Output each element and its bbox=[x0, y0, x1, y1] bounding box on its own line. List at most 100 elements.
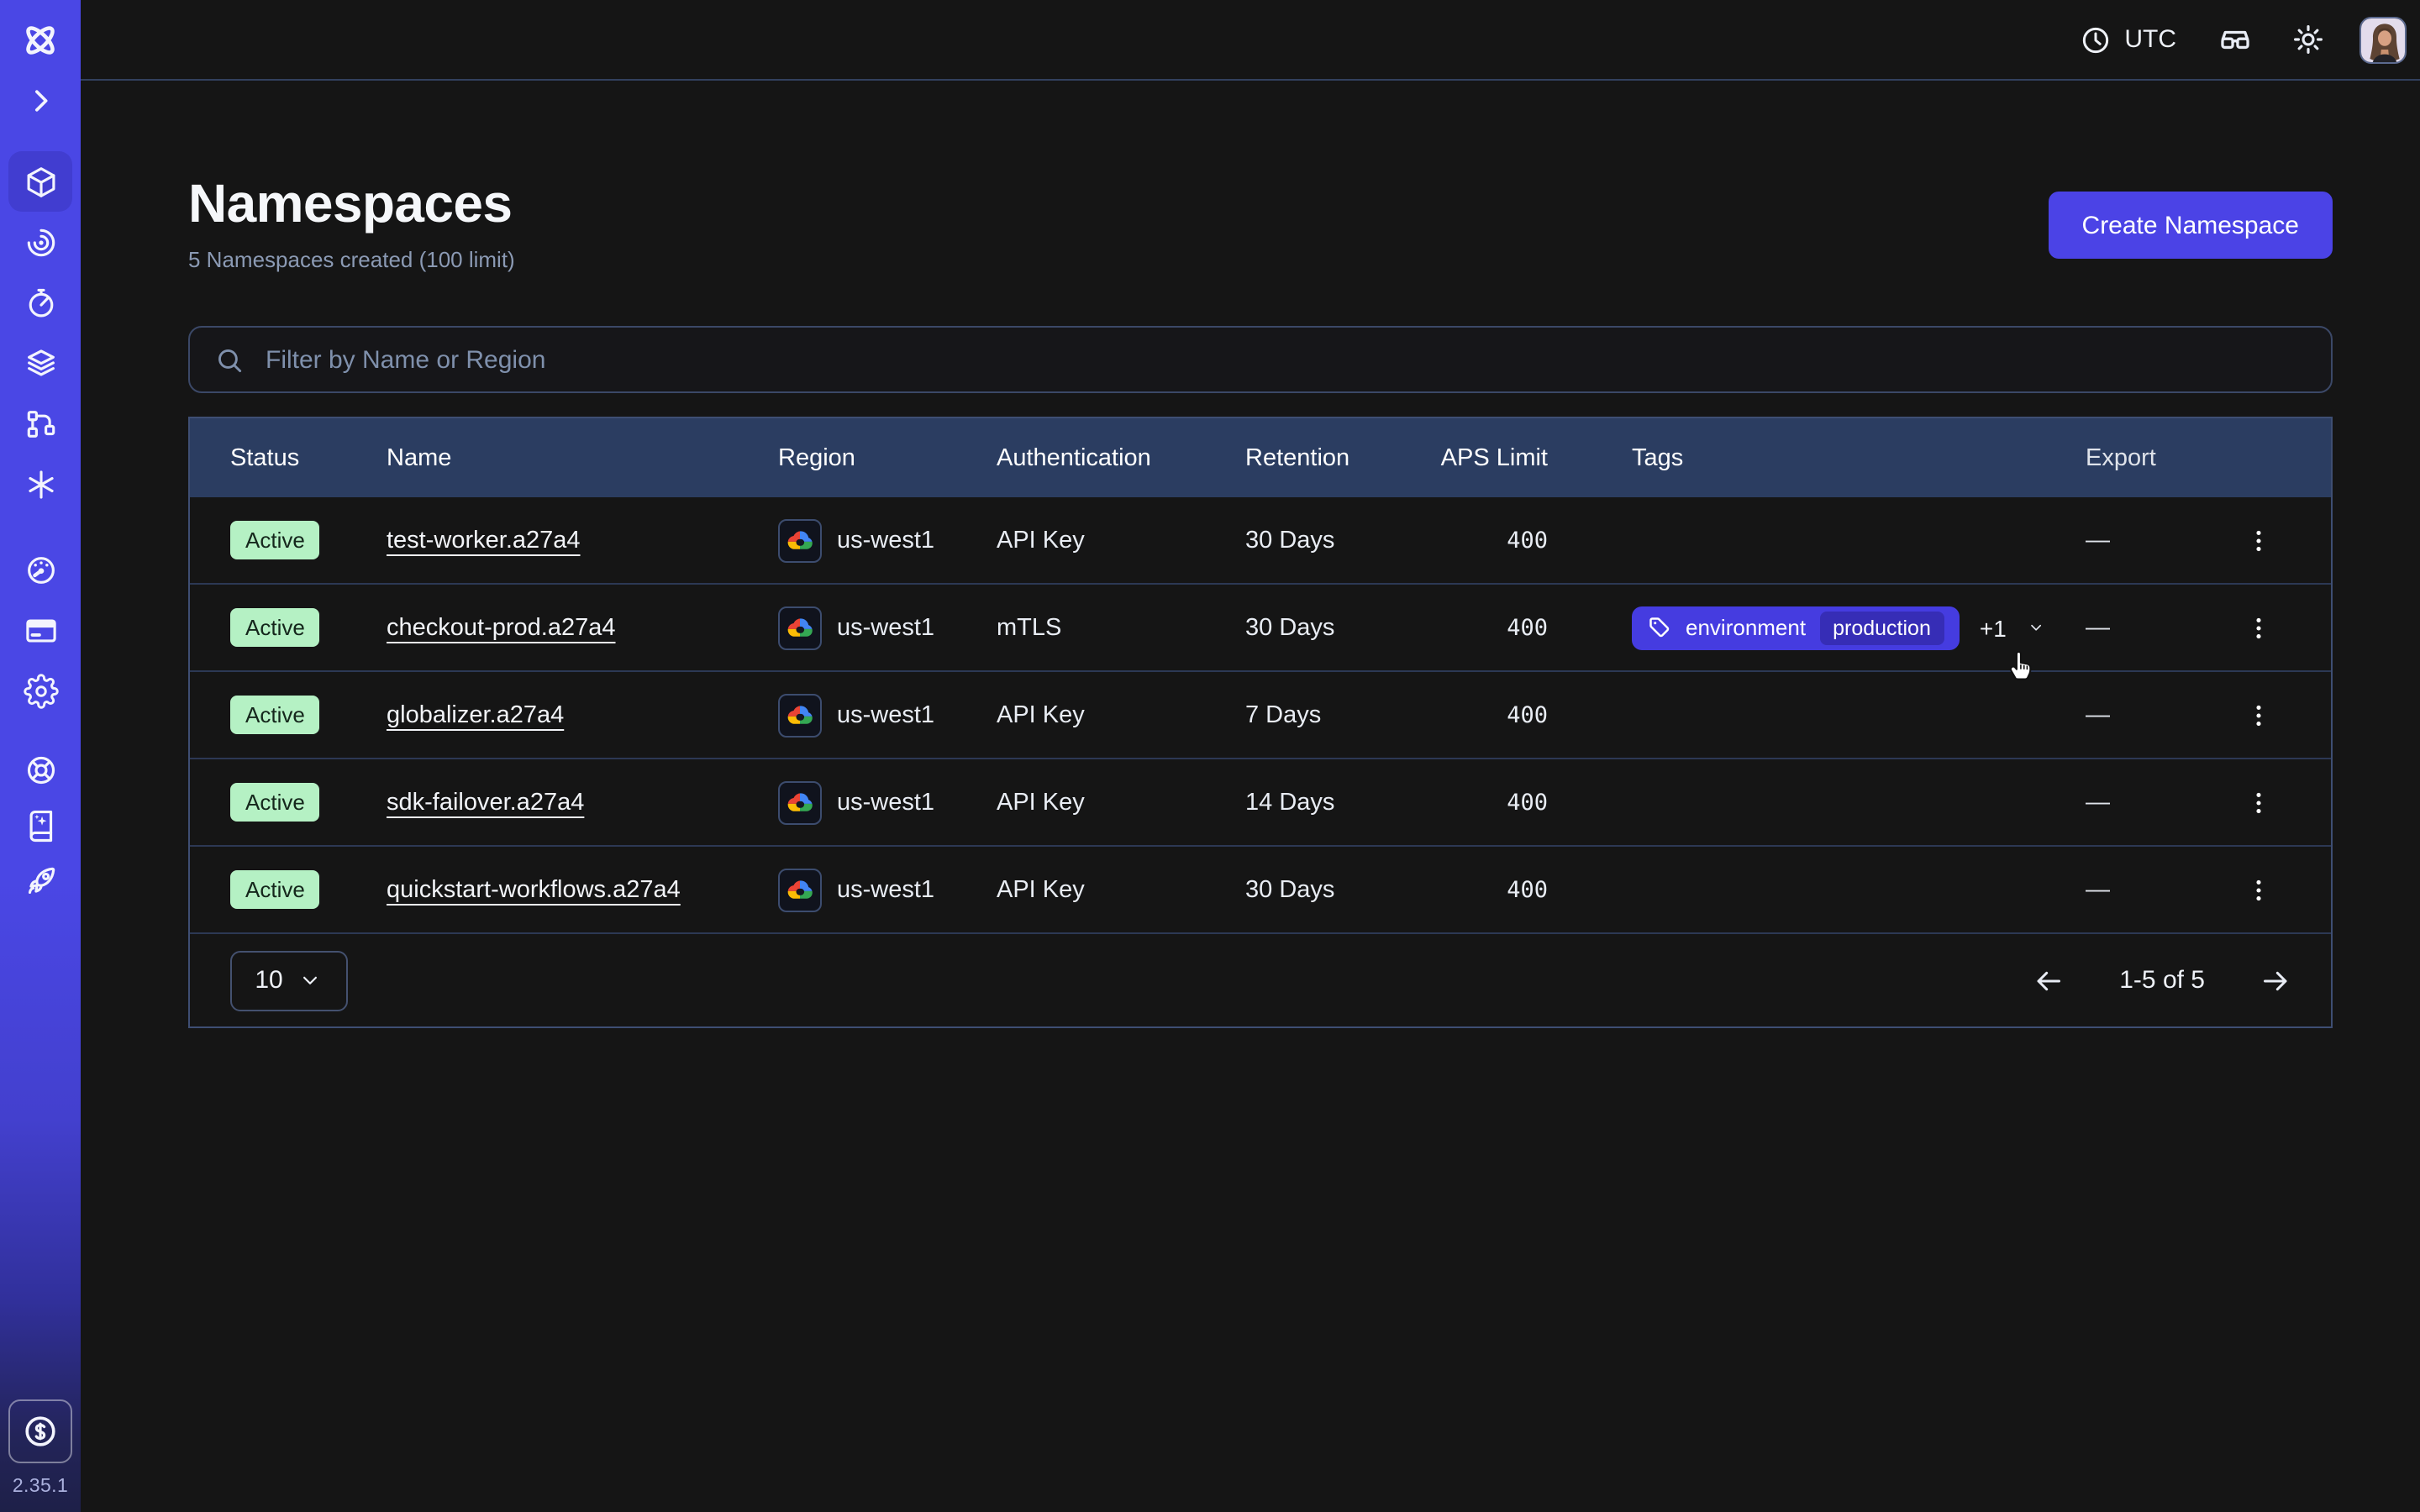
gcp-cloud-icon bbox=[778, 606, 822, 649]
column-header: Retention bbox=[1245, 444, 1430, 471]
sidebar-item-nexus[interactable] bbox=[8, 393, 72, 454]
sidebar-group bbox=[8, 539, 72, 721]
page-title: Namespaces bbox=[188, 175, 515, 234]
labs-mode-toggle[interactable] bbox=[2217, 21, 2254, 58]
table-body: Active test-worker.a27a4 us-west1 API Ke… bbox=[190, 497, 2331, 934]
tag-key: environment bbox=[1686, 615, 1806, 640]
namespace-link[interactable]: quickstart-workflows.a27a4 bbox=[387, 876, 681, 903]
table-row: Active quickstart-workflows.a27a4 us-wes… bbox=[190, 847, 2331, 934]
namespace-link[interactable]: checkout-prod.a27a4 bbox=[387, 614, 616, 641]
theme-toggle[interactable] bbox=[2291, 22, 2326, 57]
page-size-select[interactable]: 10 bbox=[230, 950, 348, 1011]
sidebar-item-billing[interactable] bbox=[8, 600, 72, 660]
name-cell: globalizer.a27a4 bbox=[387, 701, 778, 728]
column-header: Authentication bbox=[997, 444, 1245, 471]
sidebar-item-get-started[interactable] bbox=[8, 853, 72, 909]
row-menu-button[interactable] bbox=[2237, 518, 2281, 562]
sidebar-item-usage[interactable] bbox=[8, 539, 72, 600]
prev-page-button[interactable] bbox=[2028, 960, 2069, 1000]
row-menu-cell bbox=[2218, 780, 2299, 824]
row-menu-button[interactable] bbox=[2237, 693, 2281, 737]
sidebar-item-workflows[interactable] bbox=[8, 212, 72, 272]
filter-input[interactable] bbox=[262, 344, 2307, 375]
export-cell: — bbox=[2045, 614, 2218, 641]
sidebar-item-support[interactable] bbox=[8, 743, 72, 798]
temporal-logo[interactable] bbox=[18, 17, 62, 64]
gauge-icon bbox=[23, 552, 58, 587]
namespaces-table: StatusNameRegionAuthenticationRetentionA… bbox=[188, 417, 2333, 1028]
tag-chip[interactable]: environment production bbox=[1632, 606, 1960, 649]
page-range-label: 1-5 of 5 bbox=[2119, 966, 2205, 995]
name-cell: sdk-failover.a27a4 bbox=[387, 789, 778, 816]
namespace-link[interactable]: globalizer.a27a4 bbox=[387, 701, 564, 728]
aps-limit-cell: 400 bbox=[1430, 527, 1548, 554]
rocket-icon bbox=[23, 864, 58, 899]
region-label: us-west1 bbox=[837, 789, 934, 816]
auth-cell: API Key bbox=[997, 789, 1245, 816]
status-cell: Active bbox=[230, 696, 387, 734]
status-cell: Active bbox=[230, 521, 387, 559]
layers-icon bbox=[23, 345, 58, 381]
filter-bar bbox=[188, 326, 2333, 393]
aps-limit-cell: 400 bbox=[1430, 614, 1548, 641]
status-cell: Active bbox=[230, 870, 387, 909]
avatar-portrait bbox=[2361, 18, 2407, 63]
table-row: Active sdk-failover.a27a4 us-west1 API K… bbox=[190, 759, 2331, 847]
export-cell: — bbox=[2045, 527, 2218, 554]
status-cell: Active bbox=[230, 783, 387, 822]
region-label: us-west1 bbox=[837, 701, 934, 728]
table-header-row: StatusNameRegionAuthenticationRetentionA… bbox=[190, 418, 2331, 497]
namespace-link[interactable]: test-worker.a27a4 bbox=[387, 527, 581, 554]
auth-cell: API Key bbox=[997, 876, 1245, 903]
gcp-cloud-icon bbox=[778, 780, 822, 824]
column-header: Export bbox=[2045, 444, 2218, 471]
table-row: Active globalizer.a27a4 us-west1 API Key… bbox=[190, 672, 2331, 759]
sidebar-group bbox=[8, 151, 72, 514]
gear-icon bbox=[23, 673, 58, 708]
retention-cell: 14 Days bbox=[1245, 789, 1430, 816]
next-page-button[interactable] bbox=[2255, 960, 2296, 1000]
aps-limit-cell: 400 bbox=[1430, 876, 1548, 903]
sidebar-item-namespaces[interactable] bbox=[8, 151, 72, 212]
timezone-selector[interactable]: UTC bbox=[2079, 23, 2176, 56]
kebab-icon bbox=[2244, 787, 2274, 817]
row-menu-cell bbox=[2218, 693, 2299, 737]
sidebar-item-docs[interactable] bbox=[8, 798, 72, 853]
tags-more-count: +1 bbox=[1980, 614, 2007, 641]
column-header: Name bbox=[387, 444, 778, 471]
row-menu-cell bbox=[2218, 868, 2299, 911]
export-cell: — bbox=[2045, 701, 2218, 728]
aps-limit-cell: 400 bbox=[1430, 701, 1548, 728]
sidebar-item-settings[interactable] bbox=[8, 660, 72, 721]
create-namespace-button[interactable]: Create Namespace bbox=[2049, 192, 2333, 259]
auth-cell: mTLS bbox=[997, 614, 1245, 641]
sidebar: 2.35.1 bbox=[0, 0, 81, 1512]
lifebuoy-icon bbox=[23, 753, 58, 788]
row-menu-button[interactable] bbox=[2237, 780, 2281, 824]
region-label: us-west1 bbox=[837, 876, 934, 903]
credits-button[interactable] bbox=[8, 1399, 72, 1463]
sidebar-expand-button[interactable] bbox=[24, 81, 57, 121]
status-badge: Active bbox=[230, 783, 320, 822]
sidebar-item-integrations[interactable] bbox=[8, 454, 72, 514]
glasses-icon bbox=[2217, 21, 2254, 58]
tags-expand-chevron[interactable] bbox=[2027, 613, 2045, 642]
sidebar-group bbox=[8, 743, 72, 909]
timer-icon bbox=[23, 285, 58, 320]
user-avatar[interactable] bbox=[2360, 16, 2407, 63]
sidebar-item-deployments[interactable] bbox=[8, 333, 72, 393]
column-header: Status bbox=[230, 444, 387, 471]
arrow-right-icon bbox=[2259, 963, 2292, 997]
namespace-link[interactable]: sdk-failover.a27a4 bbox=[387, 789, 584, 816]
auth-cell: API Key bbox=[997, 701, 1245, 728]
app-version: 2.35.1 bbox=[13, 1477, 68, 1497]
row-menu-button[interactable] bbox=[2237, 868, 2281, 911]
region-cell: us-west1 bbox=[778, 518, 997, 562]
table-row: Active test-worker.a27a4 us-west1 API Ke… bbox=[190, 497, 2331, 585]
credit-card-icon bbox=[23, 612, 58, 648]
tag-value: production bbox=[1819, 611, 1944, 644]
sidebar-item-schedules[interactable] bbox=[8, 272, 72, 333]
name-cell: checkout-prod.a27a4 bbox=[387, 614, 778, 641]
clock-icon bbox=[2079, 23, 2112, 56]
row-menu-button[interactable] bbox=[2237, 606, 2281, 649]
